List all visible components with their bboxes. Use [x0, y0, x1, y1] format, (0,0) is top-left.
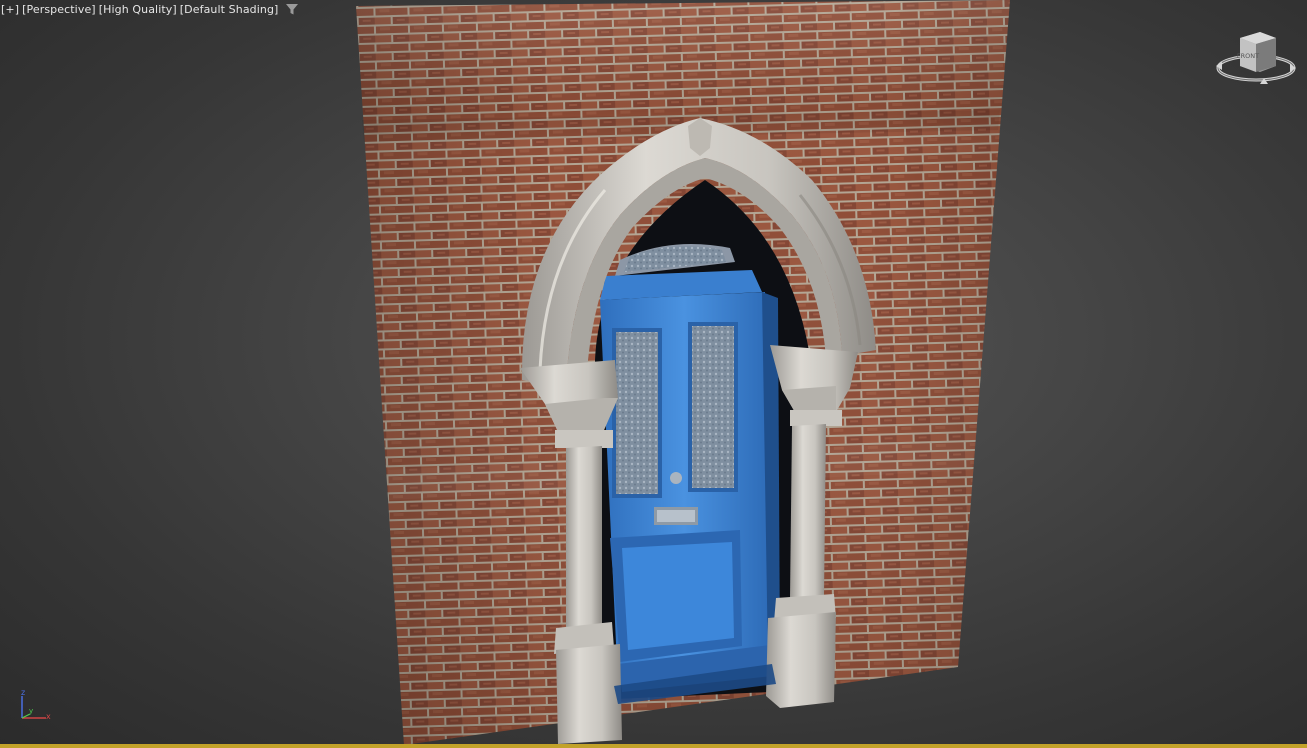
axis-x-label: x	[46, 712, 51, 721]
perspective-viewport[interactable]: [+] [Perspective] [High Quality] [Defaul…	[0, 0, 1307, 748]
viewcube-face-label[interactable]: FRONT	[1237, 52, 1259, 60]
viewport-menu-label[interactable]: [+]	[1, 3, 19, 16]
scene-render	[356, 0, 1010, 745]
front-door	[600, 244, 780, 692]
viewport-shading-label[interactable]: [Default Shading]	[180, 3, 279, 16]
funnel-icon[interactable]	[285, 2, 299, 16]
viewport-label-bar: [+] [Perspective] [High Quality] [Defaul…	[1, 1, 299, 17]
axis-y-label: y	[29, 707, 33, 715]
selection-border	[0, 744, 1307, 748]
axis-tripod-icon: z y x	[21, 688, 51, 721]
viewcube-icon[interactable]: FRONT	[1212, 28, 1296, 88]
viewport-quality-label[interactable]: [High Quality]	[99, 3, 177, 16]
axis-z-label: z	[21, 688, 25, 697]
viewport-pov-label[interactable]: [Perspective]	[22, 3, 96, 16]
